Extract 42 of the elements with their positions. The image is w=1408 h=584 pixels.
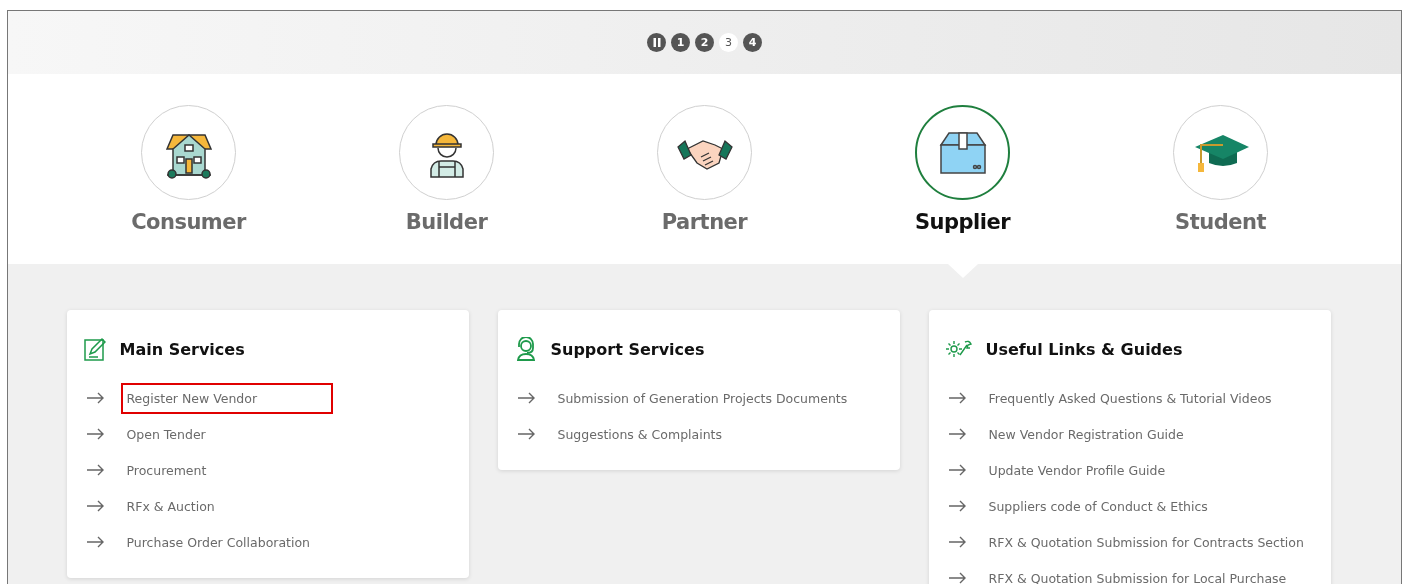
audience-label[interactable]: Supplier (914, 210, 1011, 234)
service-link[interactable]: Frequently Asked Questions & Tutorial Videos (982, 382, 1278, 414)
audience-label[interactable]: Consumer (131, 210, 246, 234)
card-title: Support Services (550, 339, 705, 359)
arrow-right-icon (948, 392, 967, 404)
service-link[interactable]: Update Vendor Profile Guide (982, 454, 1195, 486)
arrow-right-icon (948, 500, 967, 512)
card-title: Main Services (119, 339, 245, 359)
audience-label[interactable]: Partner (661, 210, 748, 234)
service-link[interactable]: New Vendor Registration Guide (982, 418, 1195, 450)
arrow-right-icon (86, 392, 105, 404)
arrow-right-icon (517, 428, 536, 440)
arrow-right-icon (948, 428, 967, 440)
service-link[interactable]: Purchase Order Collaboration (120, 526, 333, 558)
arrow-right-icon (517, 392, 536, 404)
service-link[interactable]: Procurement (120, 454, 333, 486)
slide-number-button[interactable]: 1 (671, 33, 690, 52)
arrow-right-icon (86, 536, 105, 548)
support-agent-icon (514, 337, 537, 361)
slide-number-button[interactable]: 3 (719, 33, 738, 52)
audience-label[interactable]: Builder (405, 210, 488, 234)
pause-icon (652, 38, 661, 47)
audience-label[interactable]: Student (1175, 210, 1266, 234)
arrow-right-icon (948, 572, 967, 584)
slide-number-button[interactable]: 4 (743, 33, 762, 52)
arrow-right-icon (86, 464, 105, 476)
service-link[interactable]: RFX & Quotation Submission for Contracts Section (982, 526, 1310, 558)
card-title: Useful Links & Guides (985, 339, 1183, 359)
service-link[interactable]: Open Tender (120, 418, 333, 450)
service-link[interactable]: Submission of Generation Projects Documents (551, 382, 854, 414)
service-link[interactable]: Register New Vendor (120, 382, 333, 414)
service-link[interactable]: Suppliers code of Conduct & Ethics (982, 490, 1214, 522)
arrow-right-icon (86, 428, 105, 440)
edit-icon (83, 337, 106, 361)
service-link[interactable]: RFX & Quotation Submission for Local Purchase (982, 562, 1293, 584)
service-link[interactable]: RFx & Auction (120, 490, 333, 522)
slide-number-button[interactable]: 2 (695, 33, 714, 52)
arrow-right-icon (948, 464, 967, 476)
arrow-right-icon (948, 536, 967, 548)
service-link[interactable]: Suggestions & Complaints (551, 418, 764, 450)
pause-button[interactable] (647, 33, 666, 52)
arrow-right-icon (86, 500, 105, 512)
